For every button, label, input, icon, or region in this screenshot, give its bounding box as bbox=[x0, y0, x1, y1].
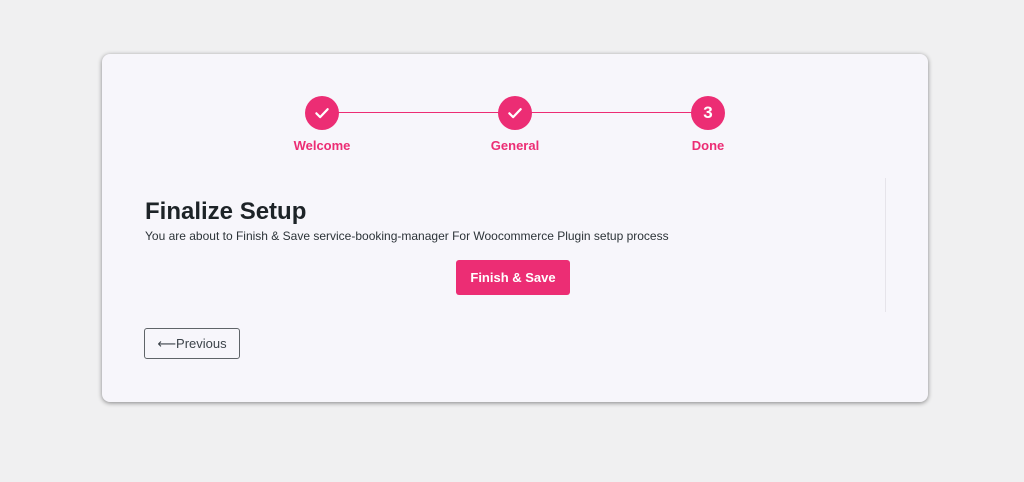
step-done-label: Done bbox=[691, 138, 725, 153]
step-welcome-label: Welcome bbox=[293, 138, 351, 153]
step-welcome-circle bbox=[305, 96, 339, 130]
step-done[interactable]: 3 Done bbox=[648, 96, 768, 153]
vertical-divider bbox=[885, 178, 886, 312]
finish-save-button[interactable]: Finish & Save bbox=[456, 260, 570, 295]
setup-description: You are about to Finish & Save service-b… bbox=[145, 229, 669, 243]
step-welcome[interactable]: Welcome bbox=[262, 96, 382, 153]
step-general[interactable]: General bbox=[455, 96, 575, 153]
page-title: Finalize Setup bbox=[145, 198, 307, 225]
setup-stepper: Welcome General 3 Done bbox=[102, 54, 928, 164]
step-done-number: 3 bbox=[703, 103, 713, 122]
step-general-circle bbox=[498, 96, 532, 130]
setup-wizard-card: Welcome General 3 Done Finalize Setup Yo… bbox=[102, 54, 928, 402]
step-done-circle: 3 bbox=[691, 96, 725, 130]
step-general-label: General bbox=[490, 138, 540, 153]
previous-button[interactable]: ⟵Previous bbox=[144, 328, 240, 359]
check-icon bbox=[315, 108, 329, 119]
check-icon bbox=[508, 108, 522, 119]
